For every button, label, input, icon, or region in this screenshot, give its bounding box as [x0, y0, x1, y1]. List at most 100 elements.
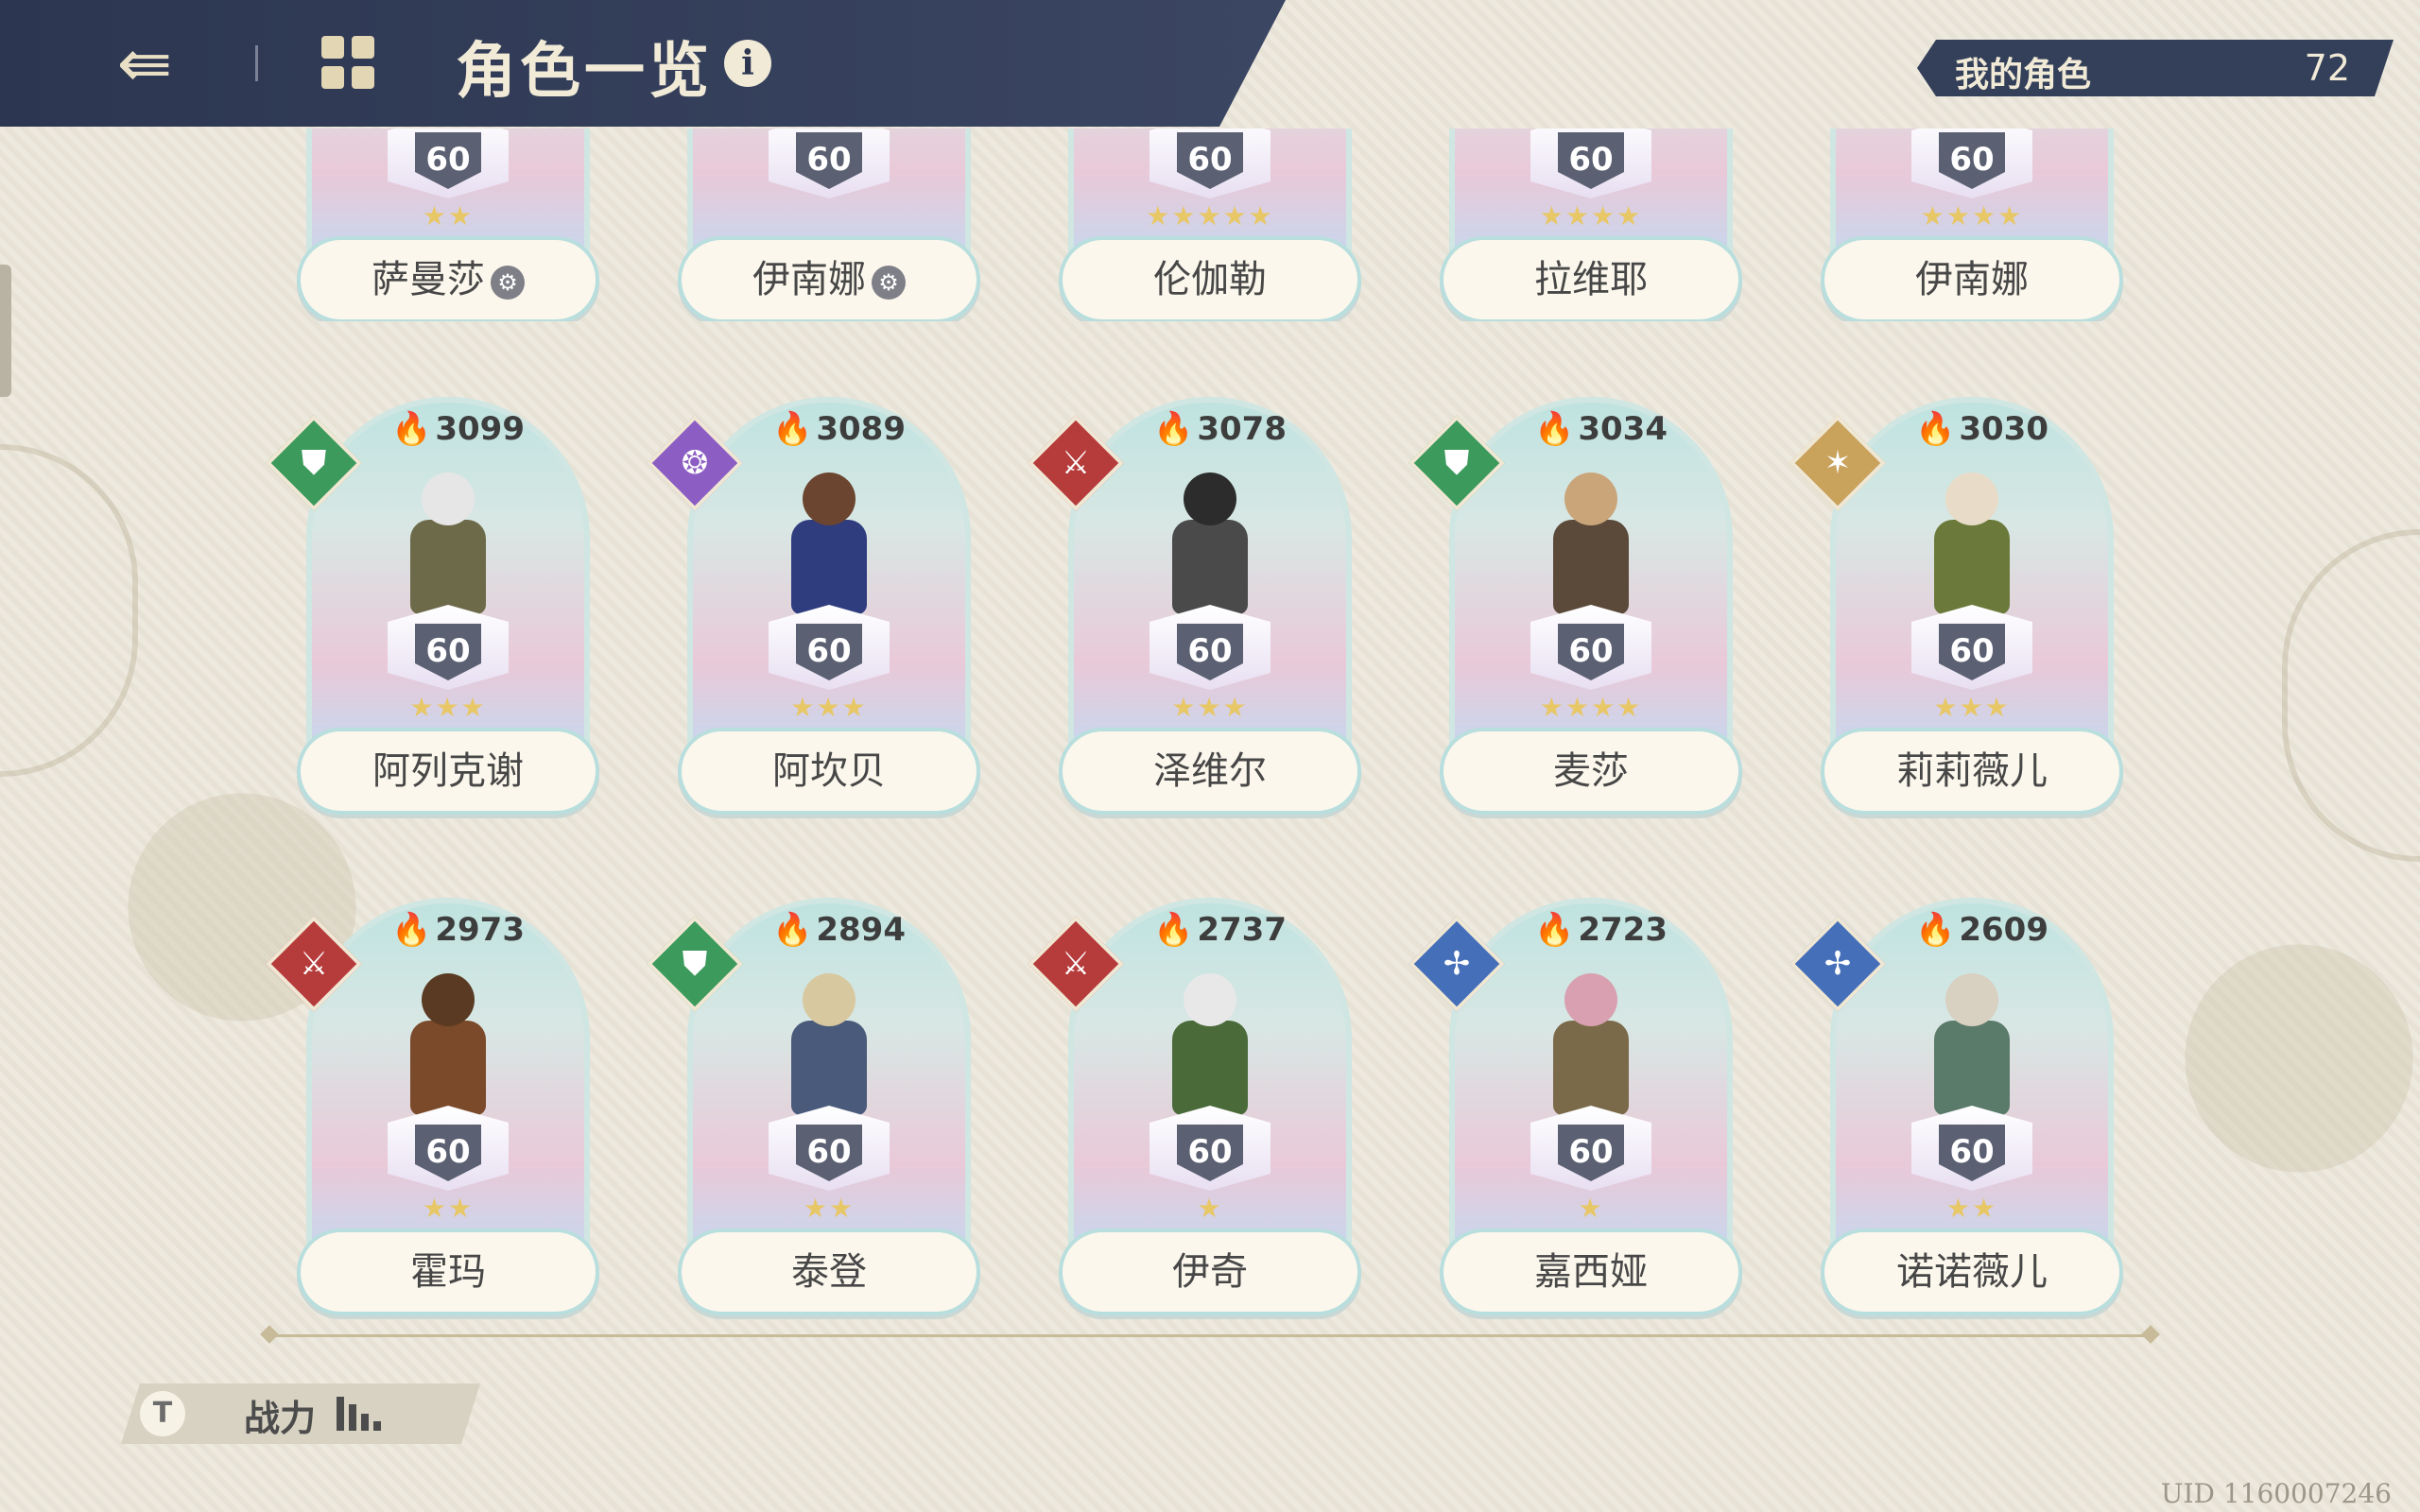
- character-name: 泰登: [791, 1250, 867, 1294]
- character-name: 伊奇: [1172, 1250, 1248, 1294]
- character-card[interactable]: ⛊ 🔥 2894 60 ★★ 泰登: [647, 898, 980, 1315]
- star-rating: ★★★: [790, 692, 868, 723]
- character-name: 拉维耶: [1534, 258, 1648, 301]
- star-rating: ★: [1578, 1193, 1604, 1224]
- flame-icon: 🔥: [772, 911, 813, 949]
- combat-power: 🔥 2894: [772, 911, 906, 949]
- name-plate: 伦伽勒: [1059, 236, 1361, 321]
- flame-icon: 🔥: [1153, 911, 1194, 949]
- power-value: 2894: [816, 911, 906, 949]
- name-plate: 拉维耶: [1440, 236, 1742, 321]
- name-plate: 伊南娜: [1821, 236, 2123, 321]
- character-name: 阿列克谢: [372, 749, 524, 793]
- character-sprite: [382, 973, 514, 1125]
- sort-label[interactable]: 战力: [244, 1389, 316, 1441]
- name-plate: 萨曼莎 ⚙: [297, 236, 599, 321]
- character-card[interactable]: ⚔ 🔥 3078 60 ★★★ 泽维尔: [1028, 397, 1361, 815]
- character-card[interactable]: ⛊ 🔥 3034 60 ★★★★ 麦莎: [1409, 397, 1742, 815]
- star-rating: ★★: [422, 200, 475, 232]
- name-plate: 伊南娜 ⚙: [678, 236, 980, 321]
- character-card[interactable]: ⛊ 🔥 3099 60 ★★★ 阿列克谢: [266, 397, 599, 815]
- flame-icon: 🔥: [772, 410, 813, 448]
- character-card[interactable]: ⚔ 🔥 2737 60 ★ 伊奇: [1028, 898, 1361, 1315]
- header-divider: [255, 45, 258, 81]
- name-plate: 泽维尔: [1059, 728, 1361, 815]
- flame-icon: 🔥: [391, 911, 432, 949]
- star-rating: ★★★★: [1539, 692, 1643, 723]
- character-name: 伊南娜 ⚙: [682, 240, 977, 319]
- character-card[interactable]: ❂ 🔥 3089 60 ★★★ 阿坎贝: [647, 397, 980, 815]
- character-sprite: [1144, 973, 1276, 1125]
- combat-power: 🔥 2609: [1915, 911, 2048, 949]
- user-id: UID 1160007246: [2160, 1478, 2392, 1509]
- power-value: 3034: [1578, 410, 1668, 448]
- character-name: 伊南娜: [1915, 258, 2029, 301]
- power-value: 2737: [1197, 911, 1287, 949]
- character-name: 泽维尔: [1153, 749, 1267, 793]
- star-rating: ★: [1197, 1193, 1223, 1224]
- star-rating: ★★★: [409, 692, 487, 723]
- character-card[interactable]: ✢ 🔥 2723 60 ★ 嘉西娅: [1409, 898, 1742, 1315]
- flame-icon: 🔥: [1915, 911, 1956, 949]
- character-sprite: [1525, 973, 1657, 1125]
- power-value: 3099: [435, 410, 525, 448]
- grid-bottom-divider: [267, 1334, 2153, 1337]
- star-rating: ★★★★★: [1146, 200, 1274, 232]
- character-sprite: [1144, 472, 1276, 624]
- combat-power: 🔥 3034: [1534, 410, 1668, 448]
- my-characters-label: 我的角色: [1955, 55, 2092, 94]
- back-arrow-icon[interactable]: ⇚: [102, 28, 187, 98]
- side-drawer-handle[interactable]: [0, 265, 11, 397]
- flame-icon: 🔥: [1153, 410, 1194, 448]
- name-plate: 泰登: [678, 1228, 980, 1315]
- name-plate: 阿坎贝: [678, 728, 980, 815]
- character-name: 阿坎贝: [772, 749, 886, 793]
- character-name: 诺诺薇儿: [1896, 1250, 2048, 1294]
- star-rating: ★★★: [1171, 692, 1249, 723]
- right-ornament: [2282, 529, 2420, 862]
- character-card[interactable]: ✢ 🔥 2609 60 ★★ 诺诺薇儿: [1789, 898, 2123, 1315]
- character-sprite: [1525, 472, 1657, 624]
- character-sprite: [763, 472, 895, 624]
- star-rating: ★★: [803, 1193, 856, 1224]
- flame-icon: 🔥: [1915, 410, 1956, 448]
- character-card[interactable]: ⚔ 🔥 2973 60 ★★ 霍玛: [266, 898, 599, 1315]
- power-value: 3089: [816, 410, 906, 448]
- filter-icon[interactable]: T: [140, 1391, 185, 1436]
- sort-bars-icon[interactable]: [337, 1397, 382, 1431]
- my-characters-counter: 我的角色 72: [1917, 40, 2394, 96]
- left-ornament: [0, 444, 138, 777]
- combat-power: 🔥 2973: [391, 911, 525, 949]
- awaken-icon: ⚙: [491, 266, 525, 300]
- character-name: 嘉西娅: [1534, 1250, 1648, 1294]
- star-rating: ★★★★: [1539, 200, 1643, 232]
- power-value: 3030: [1959, 410, 2048, 448]
- name-plate: 阿列克谢: [297, 728, 599, 815]
- character-card[interactable]: ✶ 🔥 3030 60 ★★★ 莉莉薇儿: [1789, 397, 2123, 815]
- flame-icon: 🔥: [1534, 410, 1575, 448]
- info-icon[interactable]: i: [724, 40, 771, 87]
- character-card[interactable]: 60 ★★★★ 拉维耶: [1440, 129, 1742, 321]
- flame-icon: 🔥: [391, 410, 432, 448]
- character-sprite: [1906, 472, 2038, 624]
- star-rating: ★★: [1945, 1193, 1998, 1224]
- character-sprite: [763, 973, 895, 1125]
- combat-power: 🔥 2723: [1534, 911, 1668, 949]
- star-rating: ★★★★: [1920, 200, 2024, 232]
- star-rating: ★★: [422, 1193, 475, 1224]
- character-sprite: [382, 472, 514, 624]
- name-plate: 嘉西娅: [1440, 1228, 1742, 1315]
- character-name: 伦伽勒: [1153, 258, 1267, 301]
- name-plate: 麦莎: [1440, 728, 1742, 815]
- name-plate: 诺诺薇儿: [1821, 1228, 2123, 1315]
- power-value: 2973: [435, 911, 525, 949]
- character-name: 麦莎: [1553, 749, 1629, 793]
- menu-grid-icon[interactable]: [321, 36, 374, 89]
- character-name: 萨曼莎 ⚙: [301, 240, 596, 319]
- combat-power: 🔥 2737: [1153, 911, 1287, 949]
- flame-icon: 🔥: [1534, 911, 1575, 949]
- name-plate: 莉莉薇儿: [1821, 728, 2123, 815]
- combat-power: 🔥 3099: [391, 410, 525, 448]
- awaken-icon: ⚙: [872, 266, 906, 300]
- combat-power: 🔥 3030: [1915, 410, 2048, 448]
